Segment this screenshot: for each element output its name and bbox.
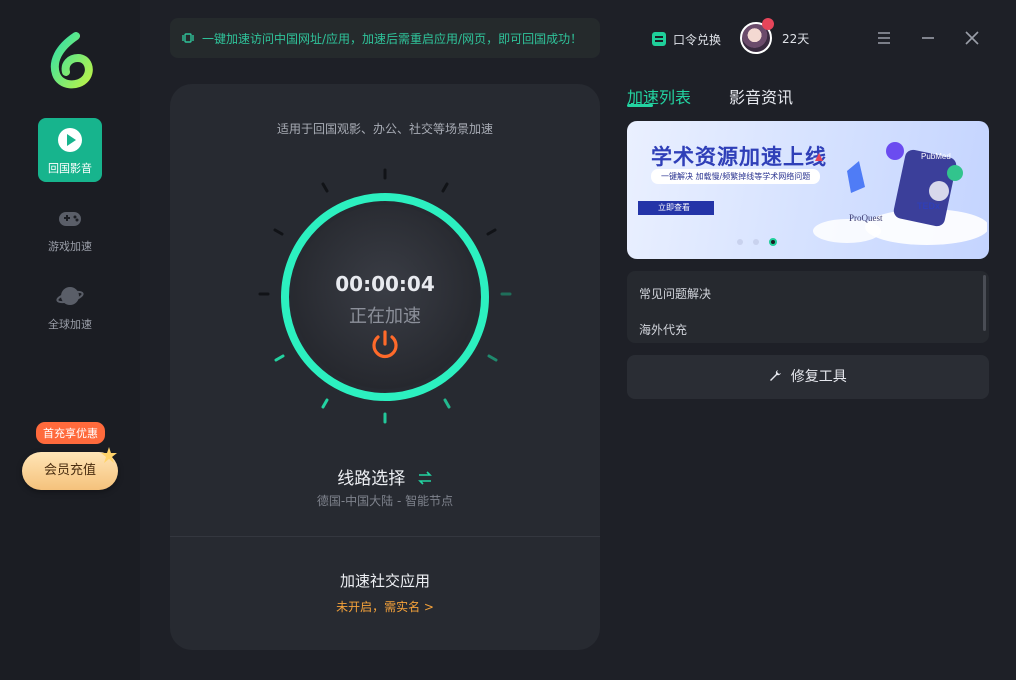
nav-item-label: 回国影音 <box>48 162 92 175</box>
sidebar: 回国影音 游戏加速 全球加速 首充享优惠 会员充值 <box>0 0 140 680</box>
code-redeem-button[interactable]: 口令兑换 <box>652 30 721 48</box>
faq-item-common-issues[interactable]: 常见问题解决 <box>639 285 711 302</box>
menu-icon[interactable] <box>874 28 894 48</box>
carousel-dot[interactable] <box>753 239 759 245</box>
tab-media-news[interactable]: 影音资讯 <box>729 84 793 108</box>
social-accelerate-status-link[interactable]: 未开启，需实名 > <box>170 598 600 615</box>
membership-days: 22天 <box>782 32 810 46</box>
accelerate-status: 正在加速 <box>349 306 421 327</box>
star-icon <box>101 447 117 463</box>
gamepad-icon <box>59 212 81 226</box>
tab-underline <box>627 104 653 107</box>
divider <box>170 536 600 537</box>
app-logo <box>50 32 93 89</box>
swap-icon <box>417 471 432 485</box>
tedx-logo: TEDx <box>917 201 940 211</box>
carousel-dot-active[interactable] <box>769 238 777 246</box>
route-detail: 德国-中国大陆 - 智能节点 <box>316 494 454 508</box>
promo-banner[interactable]: 学术资源加速上线 一键解决 加载慢/频繁掉线等学术网络问题 立即查看 PubMe… <box>627 121 989 259</box>
minimize-icon[interactable] <box>918 28 938 48</box>
planet-icon <box>56 287 84 305</box>
repair-tool-label: 修复工具 <box>790 369 847 385</box>
avatar-badge <box>762 18 774 30</box>
pubmed-logo: PubMed <box>921 152 951 161</box>
close-icon[interactable] <box>962 28 982 48</box>
help-list: 常见问题解决 海外代充 <box>627 271 989 343</box>
elapsed-timer: 00:00:04 <box>335 272 435 296</box>
power-button-icon[interactable] <box>368 328 402 362</box>
scenario-subtitle: 适用于回国观影、办公、社交等场景加速 <box>276 122 493 136</box>
banner-subtitle: 一键解决 加载慢/频繁掉线等学术网络问题 <box>651 169 821 184</box>
wrench-icon <box>770 370 782 381</box>
banner-view-button[interactable]: 立即查看 <box>638 201 714 215</box>
route-select-button[interactable]: 线路选择 <box>170 464 600 489</box>
banner-title: 学术资源加速上线 <box>651 145 827 169</box>
notice-text: 一键加速访问中国网址/应用，加速后需重启应用/网页，即可回国成功！ <box>202 32 583 46</box>
nav-item-label: 游戏加速 <box>48 240 92 253</box>
nav-item-video[interactable]: 回国影音 <box>38 118 102 182</box>
carousel-dots <box>737 238 777 246</box>
promo-badge: 首充享优惠 <box>36 422 105 444</box>
nav-item-game[interactable]: 游戏加速 <box>38 196 102 260</box>
scrollbar[interactable] <box>983 275 986 331</box>
right-tabs: 加速列表 影音资讯 <box>627 84 831 108</box>
redeem-icon <box>652 32 666 46</box>
carousel-dot[interactable] <box>737 239 743 245</box>
route-select-label: 线路选择 <box>337 469 406 489</box>
faq-item-overseas-topup[interactable]: 海外代充 <box>639 321 687 338</box>
play-icon <box>58 128 82 152</box>
accelerate-dial <box>258 168 512 424</box>
repair-tool-button[interactable]: 修复工具 <box>627 355 989 399</box>
speaker-icon <box>182 33 194 43</box>
code-redeem-label: 口令兑换 <box>673 32 722 47</box>
accelerate-panel: 适用于回国观影、办公、社交等场景加速 00:00:04 正在加速 线路选择 德国… <box>170 84 600 650</box>
nav-item-label: 全球加速 <box>48 318 92 331</box>
social-accelerate-title: 加速社交应用 <box>339 572 430 590</box>
proquest-logo: ProQuest <box>849 213 883 223</box>
nav-item-global[interactable]: 全球加速 <box>38 274 102 338</box>
banner-illustration: PubMed ProQuest TEDx <box>813 142 987 245</box>
notice-bar: 一键加速访问中国网址/应用，加速后需重启应用/网页，即可回国成功！ <box>170 18 600 58</box>
